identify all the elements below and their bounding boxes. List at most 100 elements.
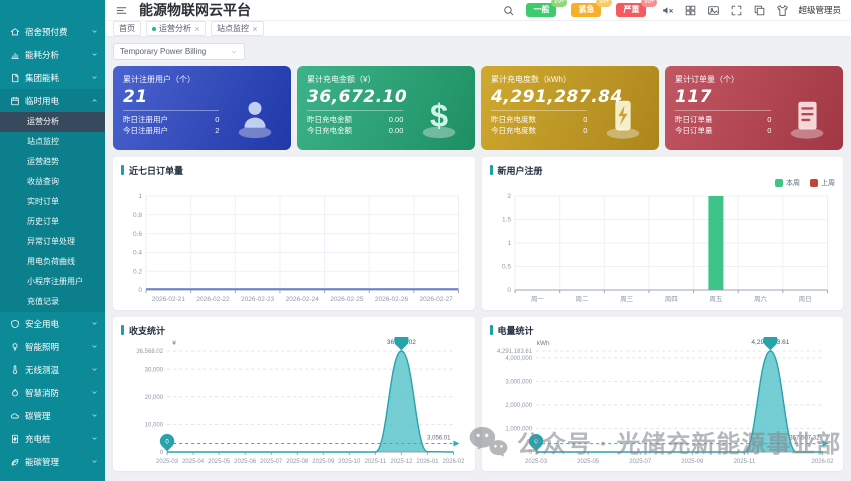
row-label: 今日充电度数 [491, 126, 536, 135]
close-icon[interactable] [194, 26, 200, 32]
sidebar-subitem[interactable]: 实时订单 [0, 192, 105, 212]
sidebar-subitem[interactable]: 历史订单 [0, 212, 105, 232]
fullscreen-icon[interactable] [730, 4, 743, 17]
alarm-tag[interactable]: 一般 99+ [526, 0, 568, 17]
page-tab[interactable]: 运营分析 [146, 21, 206, 36]
panel-title-text: 新用户注册 [497, 165, 543, 176]
sidebar-submenu: 运营分析 站点监控 运营趋势 收益查询 实时订单 历史订单 异常订单处理 用电负荷曲线 小程序注… [0, 112, 105, 312]
chevron-down-icon [91, 51, 98, 58]
svg-text:2025-10: 2025-10 [338, 459, 361, 465]
fire-icon [10, 388, 20, 398]
sidebar-item[interactable]: 宿舍预付费 [0, 20, 105, 43]
alarm-tag[interactable]: 严重 99+ [616, 0, 658, 17]
svg-text:2025-09: 2025-09 [312, 459, 335, 465]
legend-empty [121, 177, 467, 188]
panel-title: 新用户注册 [489, 163, 836, 177]
sidebar-item-label: 智能照明 [25, 341, 60, 352]
tab-label: 首页 [119, 24, 135, 33]
panel-energy: 电量统计 0 1,000,000 2,000,000 3,000,000 4,000,0… [481, 317, 843, 471]
svg-text:10,000: 10,000 [145, 423, 164, 429]
row-value: 0 [583, 126, 588, 135]
sidebar-item[interactable]: 碳管理 [0, 404, 105, 427]
svg-text:0.4: 0.4 [133, 250, 142, 257]
sidebar-subitem[interactable]: 小程序注册用户 [0, 272, 105, 292]
row-value: 2 [215, 126, 220, 135]
divider [307, 110, 404, 111]
sidebar-item[interactable]: 无线测温 [0, 358, 105, 381]
page-tab[interactable]: 站点监控 [211, 21, 264, 36]
svg-text:4,000,000: 4,000,000 [505, 356, 532, 362]
stat-card: 累计充电金额（¥） 36,672.10 昨日充电金额 0.00 今日充电金额 0.00 $ [297, 66, 475, 150]
svg-text:2025-11: 2025-11 [365, 459, 387, 465]
panel-title-text: 收支统计 [129, 325, 166, 336]
sidebar-subitem[interactable]: 运营趋势 [0, 152, 105, 172]
row-label: 今日充电金额 [307, 126, 352, 135]
sidebar: 宿舍预付费 能耗分析 集团能耗临时用电运营分析 站点监控 运营趋势 收益查询 实时订单 历史订… [0, 0, 105, 481]
stat-card-title: 累计充电金额（¥） [307, 75, 376, 84]
svg-text:2025-11: 2025-11 [733, 459, 755, 465]
search-icon[interactable] [502, 4, 515, 17]
sidebar-item[interactable]: 临时用电 [0, 89, 105, 112]
sidebar-item[interactable]: 安全用电 [0, 312, 105, 335]
chevron-down-icon [91, 74, 98, 81]
sidebar-item[interactable]: 智慧消防 [0, 381, 105, 404]
sidebar-item-label: 临时用电 [25, 95, 60, 106]
stat-card-title: 累计充电度数（kWh） [491, 75, 571, 84]
page-tab[interactable]: 首页 [113, 21, 141, 36]
sidebar-subitem[interactable]: 用电负荷曲线 [0, 252, 105, 272]
tab-label: 运营分析 [159, 24, 191, 33]
tab-bar: 首页 运营分析 站点监控 [105, 21, 851, 37]
chevron-down-icon [91, 28, 98, 35]
stat-card-row: 今日订单量 0 [675, 125, 771, 136]
menu-toggle-icon[interactable] [115, 4, 128, 17]
bulb-icon [10, 342, 20, 352]
sidebar-item[interactable]: 能耗分析 [0, 43, 105, 66]
current-user[interactable]: 超级管理员 [798, 4, 841, 16]
legend-item[interactable]: 本周 [775, 178, 800, 188]
sidebar-subitem[interactable]: 充值记录 [0, 292, 105, 312]
sidebar-subitem[interactable]: 异常订单处理 [0, 232, 105, 252]
row-value: 0.00 [388, 126, 404, 135]
sidebar-subitem[interactable]: 运营分析 [0, 112, 105, 132]
svg-text:357,607.32: 357,607.32 [789, 436, 820, 442]
svg-text:0: 0 [160, 450, 164, 456]
close-icon[interactable] [252, 26, 258, 32]
energy-chart: 0 1,000,000 2,000,000 3,000,000 4,000,0004,2… [496, 337, 834, 465]
carbon-icon [10, 411, 20, 421]
grid-icon[interactable] [684, 4, 697, 17]
svg-text:2026-02-21: 2026-02-21 [152, 296, 186, 303]
billing-mode-select[interactable]: Temporary Power Billing [113, 43, 245, 60]
stat-cards: 累计注册用户（个） 21 昨日注册用户 0 今日注册用户 2 累计充电金额（¥） 36,672… [113, 66, 843, 150]
user-3d-icon [232, 95, 278, 141]
sidebar-subitem[interactable]: 收益查询 [0, 172, 105, 192]
panel-title-text: 近七日订单量 [129, 165, 184, 176]
sidebar-item-label: 碳管理 [25, 410, 51, 421]
alarm-tag[interactable]: 紧急 99+ [571, 0, 613, 17]
tab-label: 站点监控 [217, 24, 249, 33]
sidebar-subitem[interactable]: 站点监控 [0, 132, 105, 152]
chart-icon [10, 50, 20, 60]
chart-row-2: 收支统计 0 10,000 20,000 30,000 36,568.02 ¥2025-0… [113, 317, 843, 471]
chevron-down-icon [91, 458, 98, 465]
legend-swatch [775, 178, 783, 187]
home-icon [10, 27, 20, 37]
svg-text:0: 0 [528, 450, 532, 456]
divider [491, 110, 588, 111]
title-bar-accent [489, 325, 493, 335]
svg-text:0: 0 [138, 287, 142, 294]
sidebar-item[interactable]: 能碳管理 [0, 450, 105, 473]
chevron-down-icon [230, 48, 238, 56]
sidebar-item[interactable]: 集团能耗 [0, 66, 105, 89]
active-tab-dot [152, 26, 156, 31]
top-header: 能源物联网云平台 一般 99+ 紧急 99+ 严重 99+ 超级管理员 [105, 0, 851, 21]
app-root: 宿舍预付费 能耗分析 集团能耗 临时用电 运营分析 站点监控 运营趋势 收益查询 实时订单 历史订… [0, 0, 851, 481]
stat-card-title: 累计订单量（个） [675, 75, 739, 84]
mute-icon[interactable] [661, 4, 674, 17]
legend-item[interactable]: 上周 [810, 178, 835, 188]
theme-icon[interactable] [776, 4, 789, 17]
sidebar-item[interactable]: 智能照明 [0, 335, 105, 358]
sidebar-item-label: 能碳管理 [25, 456, 60, 467]
sidebar-item[interactable]: 充电桩 [0, 427, 105, 450]
image-icon[interactable] [707, 4, 720, 17]
layers-icon[interactable] [753, 4, 766, 17]
